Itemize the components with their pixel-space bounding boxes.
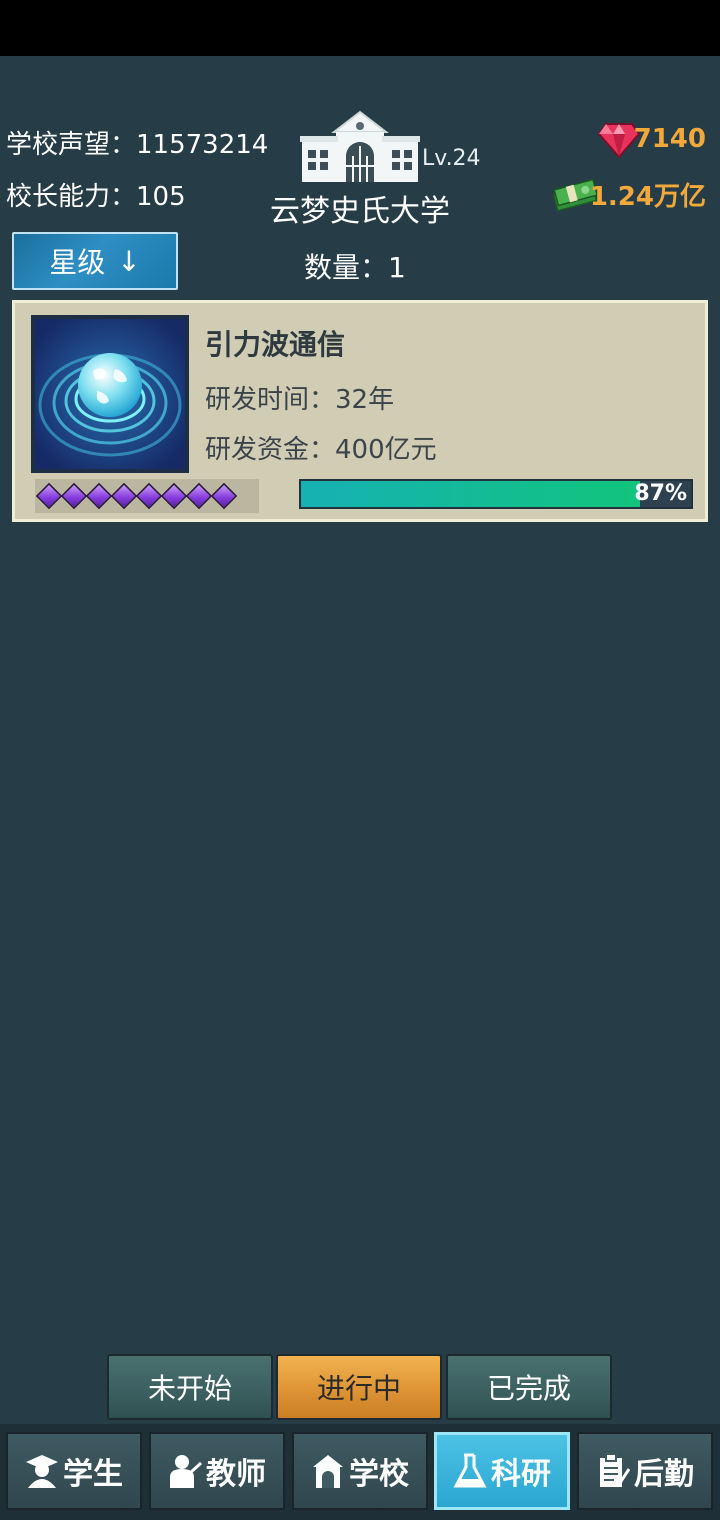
nav-students[interactable]: 学生 xyxy=(6,1432,142,1510)
star-icon xyxy=(85,482,113,510)
count-value: 1 xyxy=(388,251,406,284)
sort-by-stars-button[interactable]: 星级 ↓ xyxy=(12,232,178,290)
nav-logistics-label: 后勤 xyxy=(634,1457,694,1492)
school-building-icon[interactable] xyxy=(300,110,420,186)
research-fund: 研发资金：400亿元 xyxy=(205,429,437,466)
sort-arrow-icon: ↓ xyxy=(117,244,141,278)
teacher-icon xyxy=(168,1453,203,1489)
nav-research[interactable]: 科研 xyxy=(434,1432,570,1510)
nav-teachers-label: 教师 xyxy=(206,1457,266,1492)
school-level: Lv.24 xyxy=(422,146,481,171)
research-fund-value: 400亿元 xyxy=(335,435,437,465)
school-name: 云梦史氏大学 xyxy=(270,194,450,229)
research-time-label: 研发时间： xyxy=(205,385,336,415)
tab-completed[interactable]: 已完成 xyxy=(446,1354,612,1420)
research-fund-label: 研发资金： xyxy=(205,435,336,465)
reputation-value: 11573214 xyxy=(136,130,269,160)
item-count: 数量：1 xyxy=(304,246,406,286)
star-icon xyxy=(60,482,88,510)
research-card[interactable]: 引力波通信 研发时间：32年 研发资金：400亿元 87% xyxy=(12,300,708,522)
gem-count: 7140 xyxy=(633,124,706,154)
progress-fill xyxy=(301,481,641,507)
nav-logistics[interactable]: 后勤 xyxy=(577,1432,713,1510)
star-icon xyxy=(210,482,238,510)
nav-teachers[interactable]: 教师 xyxy=(149,1432,285,1510)
star-icon xyxy=(110,482,138,510)
reputation-stat: 学校声望：11573214 xyxy=(6,124,268,161)
tab-in-progress[interactable]: 进行中 xyxy=(276,1354,442,1420)
ability-label: 校长能力： xyxy=(6,182,137,212)
globe-wave-icon xyxy=(31,315,189,473)
nav-research-label: 科研 xyxy=(491,1457,551,1492)
nav-school-label: 学校 xyxy=(349,1457,409,1492)
star-icon xyxy=(35,482,63,510)
star-icon xyxy=(135,482,163,510)
star-icon xyxy=(160,482,188,510)
research-progress-bar: 87% xyxy=(299,479,693,509)
nav-school[interactable]: 学校 xyxy=(292,1432,428,1510)
star-rating xyxy=(35,479,259,513)
progress-text: 87% xyxy=(634,481,687,506)
sort-label: 星级 xyxy=(49,246,106,279)
research-time-value: 32年 xyxy=(335,385,395,415)
research-title: 引力波通信 xyxy=(205,328,346,361)
student-icon xyxy=(25,1453,59,1489)
bottom-nav: 学生 教师 学校 科研 后勤 xyxy=(0,1424,720,1520)
money-count: 1.24万亿 xyxy=(589,182,706,212)
research-time: 研发时间：32年 xyxy=(205,379,394,416)
nav-students-label: 学生 xyxy=(63,1457,123,1492)
status-bar xyxy=(0,0,720,56)
reputation-label: 学校声望： xyxy=(6,130,137,160)
count-label: 数量： xyxy=(304,251,389,284)
school-icon xyxy=(311,1453,345,1489)
star-icon xyxy=(185,482,213,510)
tab-not-started[interactable]: 未开始 xyxy=(107,1354,273,1420)
ability-value: 105 xyxy=(136,182,186,212)
ability-stat: 校长能力：105 xyxy=(6,176,186,213)
flask-icon xyxy=(453,1453,487,1489)
clipboard-icon xyxy=(596,1453,631,1489)
